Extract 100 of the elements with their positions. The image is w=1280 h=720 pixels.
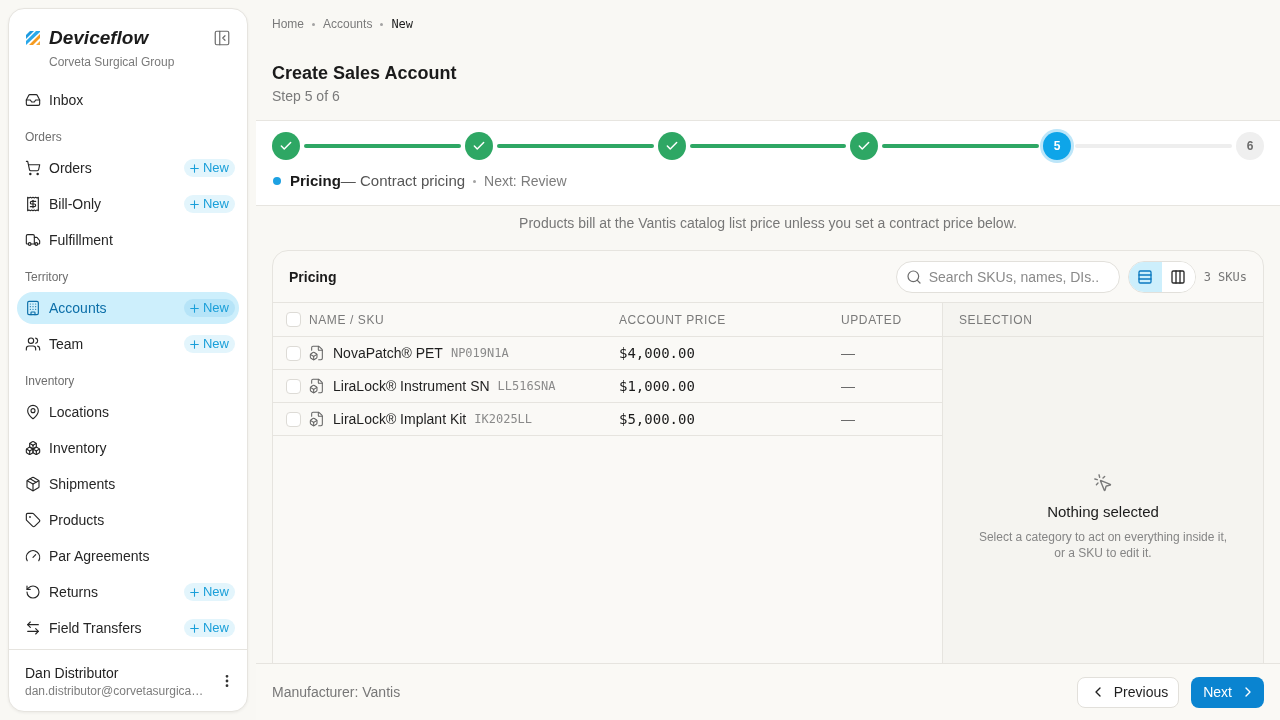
nav-item-label: Field Transfers bbox=[49, 619, 142, 638]
upcoming-step: 6 bbox=[1236, 132, 1264, 160]
nav-item-label: Bill-Only bbox=[49, 195, 102, 214]
next-button[interactable]: Next bbox=[1191, 676, 1264, 708]
breadcrumb-link[interactable]: Home bbox=[272, 16, 304, 32]
file-box-icon bbox=[309, 345, 325, 361]
columns-view-icon bbox=[1170, 268, 1187, 285]
product-sku: NP019N1A bbox=[450, 345, 509, 361]
account-price: $1,000.00 bbox=[619, 377, 695, 396]
page-title: Create Sales Account bbox=[272, 62, 457, 85]
nav-item[interactable]: Par Agreements bbox=[17, 540, 239, 572]
nav-item-label: Inventory bbox=[49, 439, 107, 458]
product-name: LiraLock® Implant Kit bbox=[333, 410, 467, 429]
nav-item-label: Accounts bbox=[49, 299, 107, 318]
nav-item-label: Products bbox=[49, 511, 105, 530]
breadcrumb-link[interactable]: Accounts bbox=[323, 16, 373, 32]
nav-item[interactable]: Products bbox=[17, 504, 239, 536]
nav-item[interactable]: Fulfillment bbox=[17, 224, 239, 256]
logo-icon bbox=[25, 30, 41, 46]
current-step: 5 bbox=[1043, 132, 1072, 160]
updated-cell-text: — bbox=[841, 377, 855, 396]
nav-item-label: Orders bbox=[49, 159, 92, 178]
empty-state-title: Nothing selected bbox=[1047, 502, 1159, 522]
plus-icon bbox=[188, 337, 201, 351]
collapse-sidebar-button[interactable] bbox=[213, 29, 231, 47]
nav-item-label: Inbox bbox=[49, 91, 84, 110]
nav-item-label: Team bbox=[49, 335, 84, 354]
breadcrumb-current: New bbox=[391, 16, 414, 32]
updated-cell-text: — bbox=[841, 344, 855, 363]
pricing-hint: Products bill at the Vantis catalog list price unless you set a contract price below. bbox=[519, 214, 1017, 233]
arrows-icon bbox=[25, 620, 41, 636]
user-name: Dan Distributor bbox=[25, 664, 119, 683]
view-toggle-button[interactable] bbox=[1128, 261, 1162, 292]
truck-icon bbox=[25, 232, 41, 248]
checkbox[interactable] bbox=[286, 312, 301, 327]
checkbox[interactable] bbox=[286, 411, 301, 427]
nav-item-label: Returns bbox=[49, 583, 99, 602]
nav-section-heading: Territory bbox=[25, 269, 69, 285]
cart-icon bbox=[25, 160, 41, 176]
nav-item-label: Par Agreements bbox=[49, 547, 150, 566]
product-name: LiraLock® Instrument SN bbox=[333, 377, 490, 396]
product-sku: LL516SNA bbox=[497, 378, 556, 394]
nav-section-heading: Inventory bbox=[25, 373, 75, 389]
search-icon bbox=[905, 268, 922, 285]
search-field[interactable]: Search SKUs, names, DIs.. bbox=[895, 260, 1120, 293]
page-subtitle: Step 5 of 6 bbox=[272, 87, 340, 106]
plus-icon bbox=[188, 197, 201, 211]
users-icon bbox=[25, 336, 41, 352]
list-view-icon bbox=[1137, 268, 1154, 285]
file-box-icon bbox=[309, 411, 325, 427]
sku-count: 3 SKUs bbox=[1203, 268, 1247, 285]
nav-item[interactable]: Locations bbox=[17, 396, 239, 428]
plus-icon bbox=[188, 301, 201, 315]
user-email: dan.distributor@corvetasurgica… bbox=[25, 683, 204, 699]
map-pin-icon bbox=[25, 404, 41, 420]
previous-button[interactable]: Previous bbox=[1076, 676, 1180, 708]
nav-item[interactable]: Returns New bbox=[17, 576, 239, 608]
nav-item[interactable]: Bill-Only New bbox=[17, 188, 239, 220]
plus-icon bbox=[188, 161, 201, 175]
nav-section-heading: Orders bbox=[25, 129, 62, 145]
card-title: Pricing bbox=[289, 268, 337, 285]
nav-item[interactable]: Orders New bbox=[17, 152, 239, 184]
account-price: $5,000.00 bbox=[619, 410, 695, 429]
nav-item[interactable]: Inbox bbox=[17, 84, 239, 116]
inbox-icon bbox=[25, 92, 41, 108]
sidebar-collapse-icon bbox=[213, 29, 231, 47]
brand-name: Deviceflow bbox=[49, 26, 149, 50]
receipt-icon bbox=[25, 196, 41, 212]
nav-item[interactable]: Shipments bbox=[17, 468, 239, 500]
building-icon bbox=[25, 300, 41, 316]
current-step-label: Pricing— Contract pricing bbox=[290, 171, 466, 191]
plus-icon bbox=[188, 621, 201, 635]
column-header: ACCOUNT PRICE bbox=[619, 311, 726, 328]
nav-item-label: Fulfillment bbox=[49, 231, 113, 250]
boxes-icon bbox=[25, 440, 41, 456]
next-step-label: Next: Review bbox=[484, 172, 567, 191]
checkbox[interactable] bbox=[286, 378, 301, 394]
nav-item[interactable]: Inventory bbox=[17, 432, 239, 464]
organization-name: Corveta Surgical Group bbox=[49, 54, 175, 70]
nav-item[interactable]: Field Transfers New bbox=[17, 612, 239, 644]
plus-icon bbox=[188, 585, 201, 599]
updated-cell-text: — bbox=[841, 410, 855, 429]
package-icon bbox=[25, 476, 41, 492]
gauge-icon bbox=[25, 548, 41, 564]
product-name: NovaPatch® PET bbox=[333, 344, 443, 363]
file-box-icon bbox=[309, 378, 325, 394]
account-price: $4,000.00 bbox=[619, 344, 695, 363]
empty-state-text: Select a category to act on everything inside it, or a SKU to edit it. bbox=[977, 529, 1229, 561]
product-sku: IK2025LL bbox=[474, 411, 533, 427]
column-header: UPDATED bbox=[841, 311, 902, 328]
manufacturer-label: Manufacturer: Vantis bbox=[272, 683, 401, 702]
nav-item-label: Shipments bbox=[49, 475, 116, 494]
checkbox[interactable] bbox=[286, 345, 301, 361]
column-header: NAME / SKU bbox=[309, 311, 385, 328]
nav-item[interactable]: Team New bbox=[17, 328, 239, 360]
nav-item[interactable]: Accounts New bbox=[17, 292, 239, 324]
column-header: SELECTION bbox=[959, 311, 1033, 328]
nav-item-label: Locations bbox=[49, 403, 109, 422]
pointer-click-icon bbox=[1093, 473, 1113, 493]
rotate-icon bbox=[25, 584, 41, 600]
